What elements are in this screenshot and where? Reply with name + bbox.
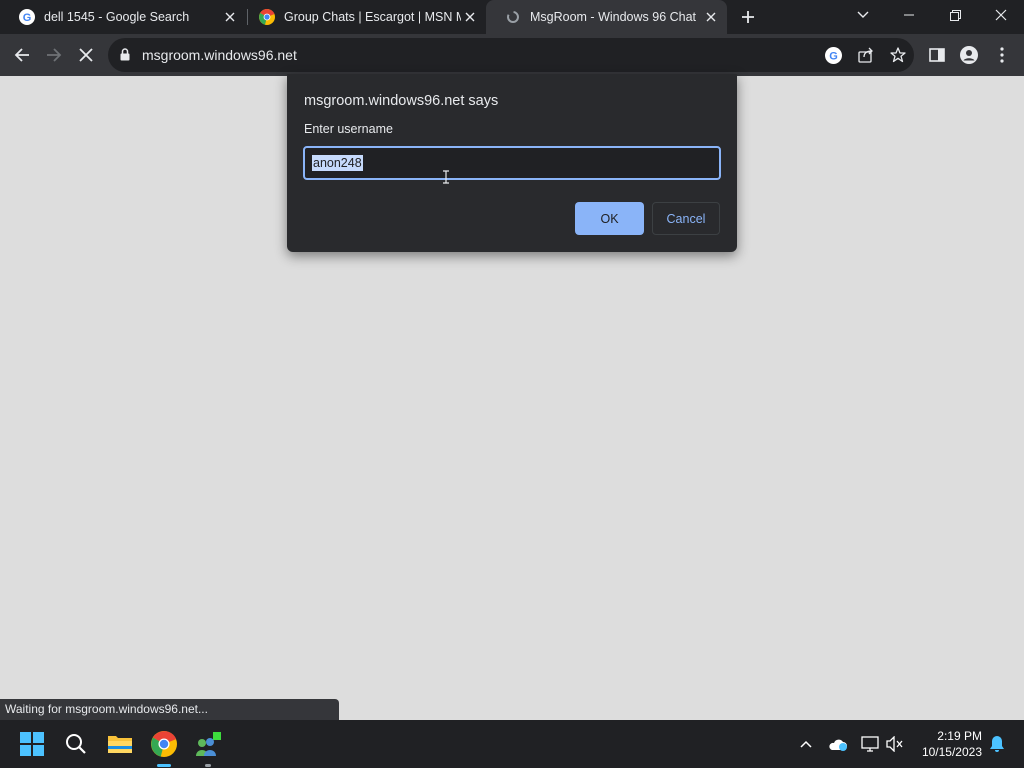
- tab-title: Group Chats | Escargot | MSN M: [284, 10, 461, 24]
- chrome-icon: [151, 731, 177, 757]
- address-bar[interactable]: msgroom.windows96.net G: [108, 38, 914, 72]
- username-input[interactable]: anon248: [303, 146, 721, 180]
- arrow-right-icon: [47, 48, 62, 62]
- minimize-icon: [904, 14, 914, 16]
- clock-date: 10/15/2023: [921, 745, 982, 759]
- dialog-message: Enter username: [304, 122, 393, 136]
- tab-strip: G dell 1545 - Google Search Group Chats …: [0, 0, 1024, 34]
- plus-icon: [742, 11, 754, 23]
- google-icon: G: [19, 9, 35, 25]
- side-panel-icon[interactable]: [928, 46, 946, 64]
- browser-toolbar: msgroom.windows96.net G: [0, 34, 1024, 76]
- ok-button[interactable]: OK: [575, 202, 644, 235]
- close-icon: [79, 48, 93, 62]
- network-icon[interactable]: [859, 734, 881, 754]
- tab-google-search[interactable]: G dell 1545 - Google Search: [0, 0, 246, 34]
- arrow-left-icon: [14, 48, 29, 62]
- notification-bell-icon[interactable]: [986, 734, 1008, 754]
- tab-search-button[interactable]: [840, 0, 886, 30]
- text-cursor-icon: [442, 170, 450, 189]
- username-input-value: anon248: [312, 155, 363, 171]
- chrome-icon: [259, 9, 275, 25]
- share-icon[interactable]: [857, 46, 875, 64]
- close-icon[interactable]: [702, 8, 720, 26]
- clock[interactable]: 2:19 PM 10/15/2023: [914, 728, 982, 760]
- show-hidden-icons-button[interactable]: [795, 734, 817, 754]
- clock-time: 2:19 PM: [937, 729, 982, 743]
- close-icon[interactable]: [221, 8, 239, 26]
- taskbar: 2:19 PM 10/15/2023: [0, 720, 1024, 768]
- tab-title: dell 1545 - Google Search: [44, 10, 190, 24]
- tab-title: MsgRoom - Windows 96 Chat: [530, 10, 697, 24]
- restore-icon: [949, 9, 961, 21]
- forward-button[interactable]: [41, 42, 67, 68]
- url-text: msgroom.windows96.net: [142, 47, 297, 63]
- back-button[interactable]: [9, 42, 35, 68]
- tab-escargot[interactable]: Group Chats | Escargot | MSN M: [240, 0, 486, 34]
- new-tab-button[interactable]: [738, 7, 758, 27]
- minimize-button[interactable]: [886, 0, 932, 30]
- file-explorer-button[interactable]: [101, 725, 139, 763]
- taskbar-search-button[interactable]: [57, 725, 95, 763]
- search-icon: [66, 734, 86, 754]
- profile-avatar-icon[interactable]: [960, 46, 978, 64]
- more-menu-icon[interactable]: [993, 46, 1011, 64]
- folder-icon: [108, 736, 132, 753]
- svg-text:G: G: [23, 12, 32, 24]
- google-lens-icon[interactable]: G: [824, 46, 842, 64]
- msn-messenger-icon: [196, 732, 221, 756]
- onedrive-icon[interactable]: [827, 734, 849, 754]
- close-icon: [995, 9, 1007, 21]
- close-window-button[interactable]: [978, 0, 1024, 30]
- chevron-up-icon: [800, 740, 812, 748]
- lock-icon[interactable]: [120, 48, 130, 66]
- messenger-taskbar-button[interactable]: [189, 725, 227, 763]
- svg-text:G: G: [829, 50, 838, 62]
- bookmark-star-icon[interactable]: [889, 46, 907, 64]
- close-icon[interactable]: [461, 8, 479, 26]
- chevron-down-icon: [857, 11, 869, 18]
- msgroom-icon: [505, 9, 521, 25]
- chrome-taskbar-button[interactable]: [145, 725, 183, 763]
- start-button[interactable]: [13, 725, 51, 763]
- status-bubble: Waiting for msgroom.windows96.net...: [0, 699, 339, 720]
- stop-button[interactable]: [73, 42, 99, 68]
- prompt-dialog: msgroom.windows96.net says Enter usernam…: [287, 74, 737, 252]
- tab-msgroom[interactable]: MsgRoom - Windows 96 Chat: [486, 0, 727, 34]
- windows-logo-icon: [20, 732, 44, 756]
- active-app-indicator: [157, 764, 171, 767]
- cancel-button[interactable]: Cancel: [652, 202, 720, 235]
- open-app-indicator: [205, 764, 211, 767]
- dialog-title: msgroom.windows96.net says: [304, 93, 499, 109]
- volume-muted-icon[interactable]: [884, 734, 906, 754]
- restore-button[interactable]: [932, 0, 978, 30]
